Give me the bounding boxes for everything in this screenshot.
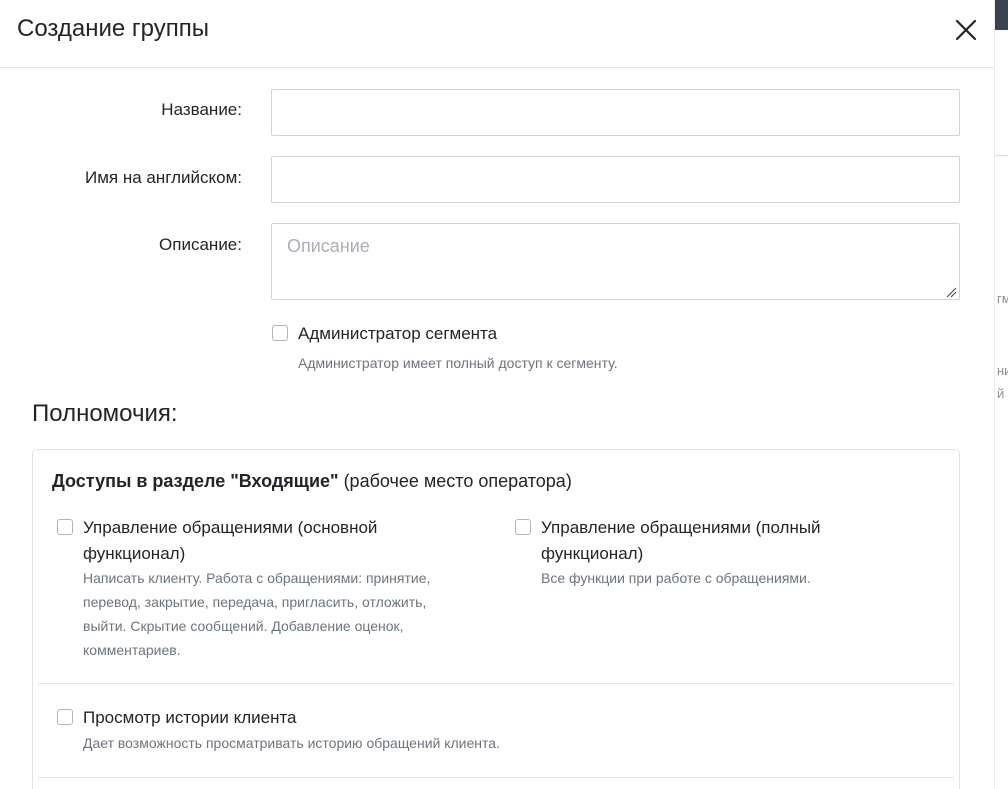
manage-appeals-full-label-line: функционал) — [541, 544, 644, 563]
english-name-label: Имя на английском: — [85, 168, 242, 187]
client-history-checkbox[interactable] — [57, 709, 73, 725]
admin-segment-label[interactable]: Администратор сегмента — [298, 321, 497, 347]
resize-handle-icon[interactable] — [945, 286, 957, 298]
help-line: выйти. Скрытие сообщений. Добавление оце… — [83, 618, 404, 634]
description-label: Описание: — [159, 235, 242, 254]
admin-segment-help: Администратор имеет полный доступ к сегм… — [298, 355, 618, 371]
inbox-section-heading: Доступы в разделе "Входящие" (рабочее ме… — [52, 471, 572, 492]
modal-title: Создание группы — [17, 15, 209, 42]
background-topbar — [995, 0, 1008, 30]
background-page: гм ни й г — [995, 0, 1008, 789]
manage-appeals-basic-checkbox[interactable] — [57, 519, 73, 535]
permissions-divider — [38, 683, 954, 684]
name-label: Название: — [161, 100, 242, 119]
help-line: перевод, закрытие, передача, пригласить,… — [83, 594, 427, 610]
background-text-fragment: ни — [997, 363, 1008, 378]
manage-appeals-basic-help: Написать клиенту. Работа с обращениями: … — [83, 566, 430, 662]
create-group-modal: Создание группы Название: Имя на английс… — [0, 0, 994, 789]
manage-appeals-basic-label[interactable]: Управление обращениями (основной функцио… — [83, 515, 377, 567]
manage-appeals-basic-label-line: функционал) — [83, 544, 186, 563]
help-line: комментариев. — [83, 642, 181, 658]
background-divider — [995, 155, 1008, 156]
close-button[interactable] — [952, 16, 980, 44]
manage-appeals-full-label-line: Управление обращениями (полный — [541, 518, 821, 537]
manage-appeals-full-help: Все функции при работе с обращениями. — [541, 566, 811, 590]
help-line: Написать клиенту. Работа с обращениями: … — [83, 570, 431, 586]
close-icon — [955, 19, 977, 41]
inbox-section-heading-rest: (рабочее место оператора) — [338, 471, 572, 491]
english-name-input[interactable] — [271, 156, 960, 203]
background-text-fragment: гм — [997, 291, 1008, 306]
client-history-help: Дает возможность просматривать историю о… — [83, 731, 500, 755]
description-textarea[interactable] — [271, 223, 960, 300]
manage-appeals-full-checkbox[interactable] — [515, 519, 531, 535]
name-input[interactable] — [271, 89, 960, 136]
permissions-title: Полномочия: — [32, 400, 178, 427]
modal-header: Создание группы — [0, 0, 994, 68]
manage-appeals-basic-label-line: Управление обращениями (основной — [83, 518, 378, 537]
client-history-label[interactable]: Просмотр истории клиента — [83, 705, 297, 731]
admin-segment-checkbox[interactable] — [272, 325, 288, 341]
inbox-section-heading-bold: Доступы в разделе "Входящие" — [52, 471, 339, 491]
help-line: Все функции при работе с обращениями. — [541, 570, 811, 586]
manage-appeals-full-label[interactable]: Управление обращениями (полный функциона… — [541, 515, 821, 567]
background-text-fragment: й г — [997, 386, 1008, 401]
help-line: Дает возможность просматривать историю о… — [83, 735, 500, 751]
permissions-divider — [38, 777, 954, 778]
